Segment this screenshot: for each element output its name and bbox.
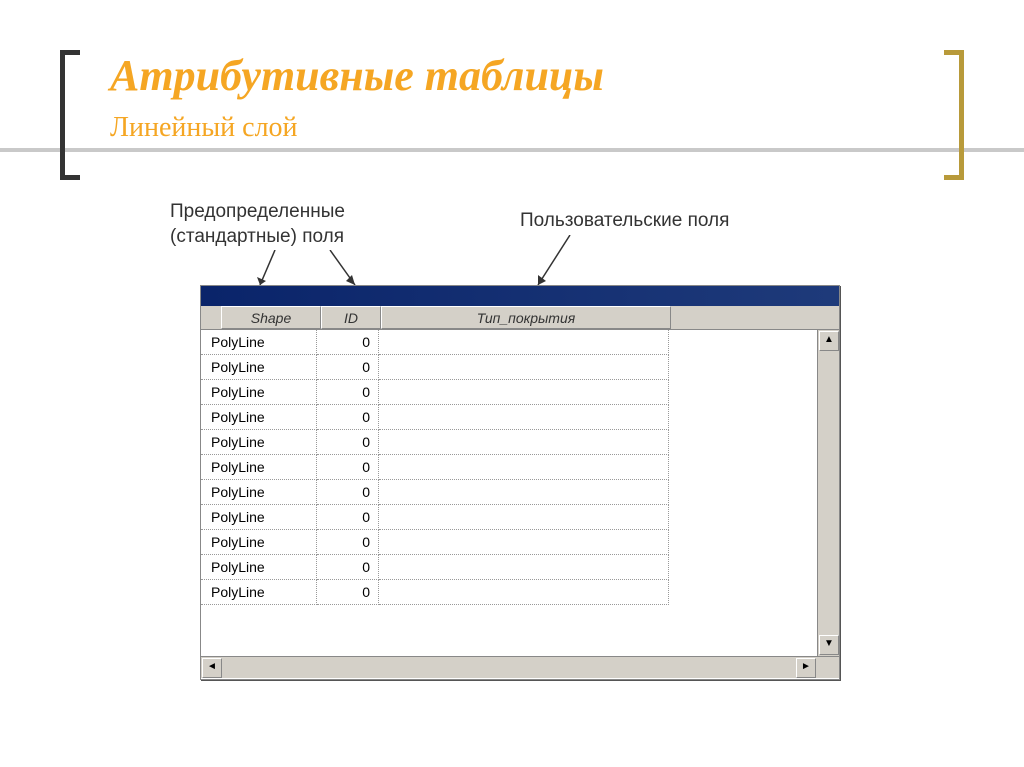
table-row[interactable]: PolyLine0 [201, 530, 815, 555]
cell-id[interactable]: 0 [317, 355, 379, 380]
cell-type[interactable] [379, 480, 669, 505]
cell-type[interactable] [379, 505, 669, 530]
cell-id[interactable]: 0 [317, 480, 379, 505]
cell-shape[interactable]: PolyLine [201, 480, 317, 505]
table-row[interactable]: PolyLine0 [201, 355, 815, 380]
cell-id[interactable]: 0 [317, 530, 379, 555]
vertical-scrollbar[interactable]: ▲ ▼ [817, 330, 839, 656]
cell-id[interactable]: 0 [317, 580, 379, 605]
cell-shape[interactable]: PolyLine [201, 555, 317, 580]
divider-line [0, 148, 1024, 152]
table-row[interactable]: PolyLine0 [201, 380, 815, 405]
slide-title: Атрибутивные таблицы [110, 50, 604, 101]
cell-type[interactable] [379, 455, 669, 480]
scroll-down-button[interactable]: ▼ [819, 635, 839, 655]
cell-type[interactable] [379, 580, 669, 605]
table-header-row: Shape ID Тип_покрытия [201, 306, 839, 330]
attribute-table-window: Shape ID Тип_покрытия PolyLine0PolyLine0… [200, 285, 840, 680]
scrollbar-corner [818, 658, 838, 678]
table-row[interactable]: PolyLine0 [201, 555, 815, 580]
table-row[interactable]: PolyLine0 [201, 580, 815, 605]
bracket-left-icon [60, 50, 80, 180]
cell-id[interactable]: 0 [317, 455, 379, 480]
scroll-up-button[interactable]: ▲ [819, 331, 839, 351]
cell-id[interactable]: 0 [317, 430, 379, 455]
table-data-area: PolyLine0PolyLine0PolyLine0PolyLine0Poly… [201, 330, 839, 656]
annotation-predefined-line2: (стандартные) поля [170, 226, 344, 247]
bracket-right-icon [944, 50, 964, 180]
cell-id[interactable]: 0 [317, 330, 379, 355]
annotation-user: Пользовательские поля [520, 210, 729, 232]
scroll-left-button[interactable]: ◄ [202, 658, 222, 678]
column-header-shape[interactable]: Shape [221, 306, 321, 329]
table-row[interactable]: PolyLine0 [201, 505, 815, 530]
cell-id[interactable]: 0 [317, 505, 379, 530]
cell-type[interactable] [379, 380, 669, 405]
cell-shape[interactable]: PolyLine [201, 380, 317, 405]
window-title-bar[interactable] [201, 286, 839, 306]
cell-type[interactable] [379, 555, 669, 580]
cell-shape[interactable]: PolyLine [201, 330, 317, 355]
table-row[interactable]: PolyLine0 [201, 405, 815, 430]
cell-shape[interactable]: PolyLine [201, 355, 317, 380]
cell-id[interactable]: 0 [317, 405, 379, 430]
annotation-predefined-line1: Предопределенные [170, 201, 345, 222]
table-row[interactable]: PolyLine0 [201, 455, 815, 480]
cell-shape[interactable]: PolyLine [201, 580, 317, 605]
cell-id[interactable]: 0 [317, 555, 379, 580]
cell-shape[interactable]: PolyLine [201, 405, 317, 430]
cell-type[interactable] [379, 405, 669, 430]
table-row[interactable]: PolyLine0 [201, 330, 815, 355]
column-header-id[interactable]: ID [321, 306, 381, 329]
column-header-type[interactable]: Тип_покрытия [381, 306, 671, 329]
cell-shape[interactable]: PolyLine [201, 430, 317, 455]
table-row[interactable]: PolyLine0 [201, 480, 815, 505]
cell-id[interactable]: 0 [317, 380, 379, 405]
cell-shape[interactable]: PolyLine [201, 505, 317, 530]
slide-subtitle: Линейный слой [110, 112, 298, 144]
scroll-right-button[interactable]: ► [796, 658, 816, 678]
table-row[interactable]: PolyLine0 [201, 430, 815, 455]
cell-shape[interactable]: PolyLine [201, 455, 317, 480]
cell-type[interactable] [379, 355, 669, 380]
horizontal-scrollbar[interactable]: ◄ ► [201, 656, 839, 678]
cell-type[interactable] [379, 430, 669, 455]
cell-type[interactable] [379, 330, 669, 355]
cell-shape[interactable]: PolyLine [201, 530, 317, 555]
annotation-predefined: Предопределенные (стандартные) поля [170, 200, 345, 249]
cell-type[interactable] [379, 530, 669, 555]
